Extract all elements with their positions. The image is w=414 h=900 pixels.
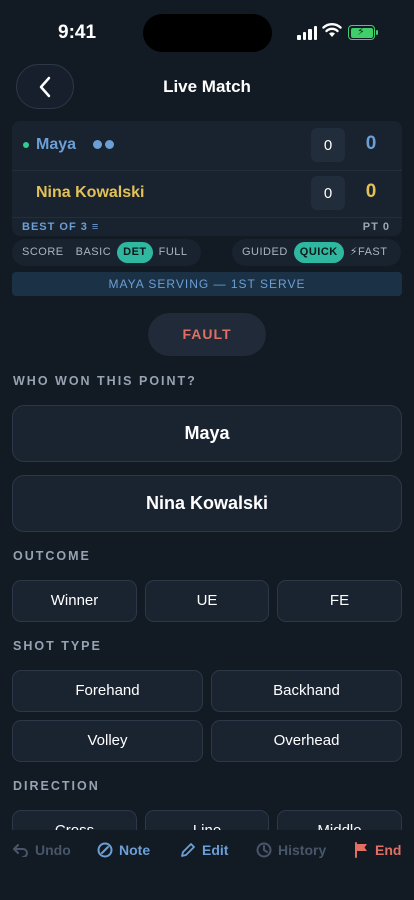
detail-mode-toggle: SCORE BASIC DET FULL	[12, 239, 201, 266]
speed-option-guided[interactable]: GUIDED	[236, 242, 294, 263]
mode-option-basic[interactable]: BASIC	[70, 242, 118, 263]
history-button[interactable]: History	[256, 840, 326, 860]
edit-button[interactable]: Edit	[180, 840, 228, 860]
flag-icon	[355, 842, 367, 858]
end-match-button[interactable]: End	[354, 840, 401, 860]
mode-option-score[interactable]: SCORE	[16, 242, 70, 263]
note-button[interactable]: Note	[97, 840, 150, 860]
player-name: Maya	[36, 136, 77, 153]
section-heading-outcome: OUTCOME	[13, 549, 91, 563]
shot-backhand-button[interactable]: Backhand	[211, 670, 402, 712]
outcome-fe-button[interactable]: FE	[277, 580, 402, 622]
battery-charging-icon: ⚡	[348, 25, 378, 40]
games-score: 0	[311, 176, 345, 210]
bottom-toolbar: Undo Note Edit History End	[0, 830, 414, 900]
player-row: Maya 0 0	[12, 123, 402, 169]
scoreboard: Maya 0 0 Nina Kowalski 0 0 BEST OF 3 ≡ P…	[12, 121, 402, 236]
mode-option-full[interactable]: FULL	[153, 242, 194, 263]
mode-option-det[interactable]: DET	[117, 242, 153, 263]
shot-overhead-button[interactable]: Overhead	[211, 720, 402, 762]
winner-button-player2[interactable]: Nina Kowalski	[12, 475, 402, 532]
player-name: Nina Kowalski	[36, 184, 145, 201]
games-score: 0	[311, 128, 345, 162]
pencil-icon	[181, 843, 195, 857]
speed-option-quick[interactable]: QUICK	[293, 242, 344, 263]
fault-button[interactable]: FAULT	[148, 313, 266, 356]
serving-indicator-dot	[23, 142, 29, 148]
serving-status: MAYA SERVING — 1ST SERVE	[12, 272, 402, 296]
speed-option-fast[interactable]: ⚡FAST	[344, 242, 394, 263]
best-of-label: BEST OF 3 ≡	[22, 221, 100, 233]
page-title: Live Match	[163, 77, 251, 96]
points-score: 0	[365, 181, 377, 202]
undo-icon	[13, 844, 28, 857]
settings-lines-icon: ≡	[91, 221, 100, 233]
player-row: Nina Kowalski 0 0	[12, 170, 402, 216]
status-time: 9:41	[58, 22, 97, 43]
dynamic-island	[143, 14, 272, 52]
serve-count-dots	[93, 140, 114, 149]
section-heading-winner: WHO WON THIS POINT?	[13, 374, 197, 388]
points-score: 0	[365, 133, 377, 154]
outcome-winner-button[interactable]: Winner	[12, 580, 137, 622]
undo-button[interactable]: Undo	[13, 840, 71, 860]
shot-forehand-button[interactable]: Forehand	[12, 670, 203, 712]
speed-mode-toggle: GUIDED QUICK ⚡FAST	[232, 239, 401, 266]
winner-button-player1[interactable]: Maya	[12, 405, 402, 462]
note-circle-icon	[97, 842, 113, 858]
history-clock-icon	[256, 842, 272, 858]
section-heading-shot-type: SHOT TYPE	[13, 639, 102, 653]
cellular-signal-icon	[297, 26, 317, 40]
lightning-icon: ⚡	[349, 246, 358, 258]
outcome-ue-button[interactable]: UE	[145, 580, 269, 622]
shot-volley-button[interactable]: Volley	[12, 720, 203, 762]
point-count: PT 0	[362, 221, 390, 233]
status-bar: 9:41 ⚡	[0, 0, 414, 62]
match-meta: BEST OF 3 ≡ PT 0	[12, 217, 402, 236]
wifi-icon	[322, 23, 342, 37]
section-heading-direction: DIRECTION	[13, 779, 100, 793]
